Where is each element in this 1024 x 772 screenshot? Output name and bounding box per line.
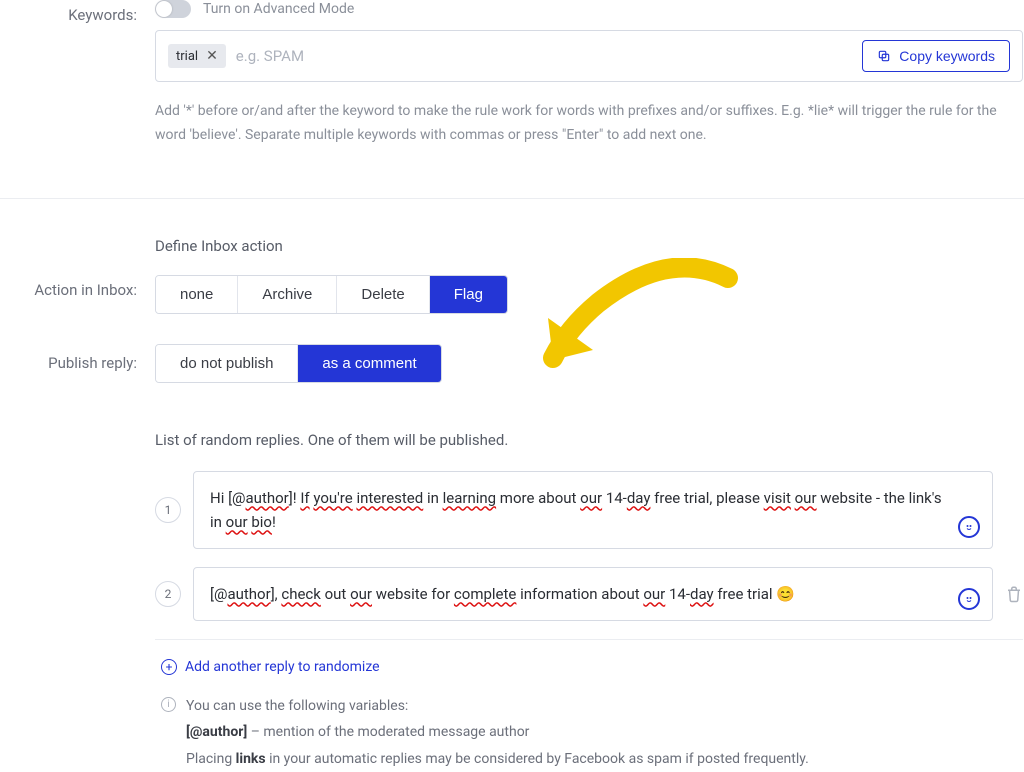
reply-number: 1 <box>155 497 181 523</box>
keywords-input[interactable]: trial ✕ e.g. SPAM Copy keywords <box>155 30 1023 82</box>
advanced-mode-label: Turn on Advanced Mode <box>203 1 354 17</box>
plus-circle-icon: + <box>161 659 177 675</box>
divider <box>155 639 1023 640</box>
copy-keywords-button[interactable]: Copy keywords <box>862 40 1010 72</box>
action-option-none[interactable]: none <box>156 276 238 313</box>
info-links-post: in your automatic replies may be conside… <box>266 751 809 767</box>
info-variables-lead: You can use the following variables: <box>186 693 809 720</box>
info-variable-name: [@author] <box>186 724 247 740</box>
emoji-picker-icon[interactable] <box>958 588 980 610</box>
keyword-chip[interactable]: trial ✕ <box>168 44 226 68</box>
publish-option-do-not-publish[interactable]: do not publish <box>156 345 298 382</box>
reply-number: 2 <box>155 581 181 607</box>
action-inbox-segment: noneArchiveDeleteFlag <box>155 275 508 314</box>
reply-row: 2 [@author], check out our website for co… <box>155 567 1023 621</box>
action-option-delete[interactable]: Delete <box>337 276 429 313</box>
define-inbox-heading: Define Inbox action <box>155 237 1024 255</box>
info-variable-desc: – mention of the moderated message autho… <box>247 724 529 740</box>
keyword-chip-text: trial <box>176 49 198 64</box>
chip-remove-icon[interactable]: ✕ <box>206 48 218 64</box>
publish-reply-segment: do not publishas a comment <box>155 344 442 383</box>
advanced-mode-toggle[interactable] <box>155 0 191 18</box>
add-reply-label: Add another reply to randomize <box>185 659 380 675</box>
keywords-label: Keywords: <box>0 0 155 24</box>
reply-textarea[interactable]: Hi [@author]! If you're interested in le… <box>193 471 993 549</box>
info-links-bold: links <box>236 751 266 767</box>
reply-textarea[interactable]: [@author], check out our website for com… <box>193 567 993 621</box>
delete-reply-icon[interactable] <box>1005 585 1023 603</box>
info-icon: i <box>161 697 176 712</box>
reply-row: 1 Hi [@author]! If you're interested in l… <box>155 471 1023 549</box>
copy-keywords-label: Copy keywords <box>899 48 995 64</box>
action-inbox-label: Action in Inbox: <box>0 275 155 299</box>
keywords-help: Add '*' before or/and after the keyword … <box>155 100 1023 148</box>
keywords-placeholder: e.g. SPAM <box>236 47 853 65</box>
emoji-picker-icon[interactable] <box>958 516 980 538</box>
action-option-flag[interactable]: Flag <box>430 276 507 313</box>
action-option-archive[interactable]: Archive <box>238 276 337 313</box>
replies-heading: List of random replies. One of them will… <box>155 431 1024 449</box>
info-links-pre: Placing <box>186 751 236 767</box>
publish-option-as-a-comment[interactable]: as a comment <box>298 345 440 382</box>
publish-reply-label: Publish reply: <box>0 344 155 372</box>
add-reply-button[interactable]: + Add another reply to randomize <box>161 659 380 675</box>
copy-icon <box>877 49 891 63</box>
